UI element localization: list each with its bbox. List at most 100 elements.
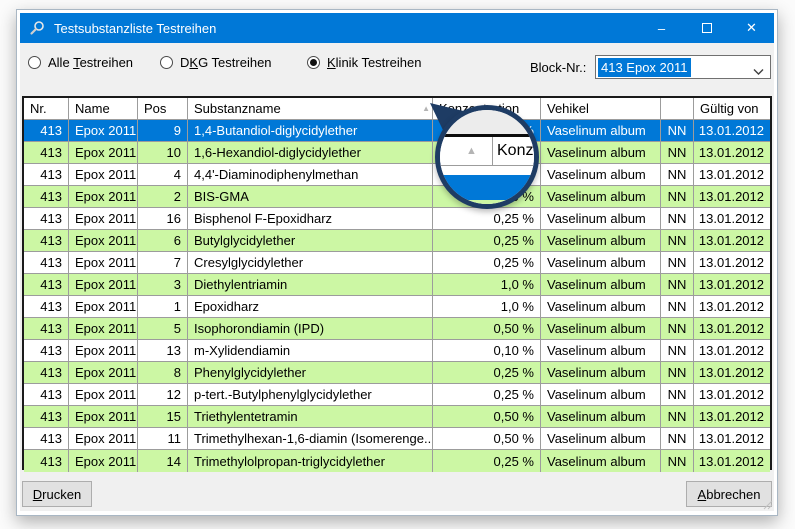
table-cell: BIS-GMA xyxy=(188,186,433,207)
table-cell: 5 xyxy=(138,318,188,339)
table-cell: Epox 2011 xyxy=(69,230,138,251)
table-row[interactable]: 413Epox 20112BIS-GMA2,0 %Vaselinum album… xyxy=(24,186,770,208)
table-cell: p-tert.-Butylphenylglycidylether xyxy=(188,384,433,405)
column-header-vehikel[interactable]: Vehikel xyxy=(541,98,661,119)
table-cell: 13.01.2012 xyxy=(694,428,770,449)
table-cell: 4 xyxy=(138,164,188,185)
chevron-down-icon[interactable] xyxy=(753,63,764,81)
table-cell: Epox 2011 xyxy=(69,274,138,295)
radio-bullet-icon xyxy=(307,56,320,69)
column-header-substanzname[interactable]: Substanzname▲ xyxy=(188,98,433,119)
table-cell: 16 xyxy=(138,208,188,229)
table-row[interactable]: 413Epox 20117Cresylglycidylether0,25 %Va… xyxy=(24,252,770,274)
table-cell: 413 xyxy=(24,230,69,251)
column-header-label: Gültig von xyxy=(700,101,759,116)
table-cell: Vaselinum album xyxy=(541,318,661,339)
radio-bullet-icon xyxy=(28,56,41,69)
magnifier-zoom-row-white xyxy=(440,166,534,175)
table-cell: Epox 2011 xyxy=(69,252,138,273)
table-cell: 413 xyxy=(24,186,69,207)
table-cell: NN xyxy=(661,274,694,295)
table-cell: Vaselinum album xyxy=(541,230,661,251)
table-cell: 2 xyxy=(138,186,188,207)
magnifier-zoom-row-selected xyxy=(440,175,534,200)
dialog-window: Testsubstanzliste Testreihen – ✕ Alle Te… xyxy=(16,9,778,516)
radio-testreihen-1[interactable]: DKG Testreihen xyxy=(160,55,272,70)
column-header-name[interactable]: Name xyxy=(69,98,138,119)
table-row[interactable]: 413Epox 201191,4-Butandiol-diglycidyleth… xyxy=(24,120,770,142)
table-cell: 13.01.2012 xyxy=(694,362,770,383)
block-nr-combobox[interactable]: 413 Epox 2011 xyxy=(595,55,771,79)
column-header-blank[interactable] xyxy=(661,98,694,119)
table-cell: NN xyxy=(661,230,694,251)
print-button[interactable]: Drucken xyxy=(22,481,92,507)
table-cell: NN xyxy=(661,340,694,361)
table-cell: 15 xyxy=(138,406,188,427)
block-nr-value: 413 Epox 2011 xyxy=(598,58,691,77)
close-button[interactable]: ✕ xyxy=(729,13,774,43)
column-header-pos[interactable]: Pos xyxy=(138,98,188,119)
table-cell: m-Xylidendiamin xyxy=(188,340,433,361)
table-cell: NN xyxy=(661,186,694,207)
table-cell: 9 xyxy=(138,120,188,141)
table-cell: NN xyxy=(661,428,694,449)
table-cell: 413 xyxy=(24,428,69,449)
table-row[interactable]: 413Epox 20116Butylglycidylether0,25 %Vas… xyxy=(24,230,770,252)
table-cell: Vaselinum album xyxy=(541,164,661,185)
table-cell: Epox 2011 xyxy=(69,428,138,449)
table-cell: 0,10 % xyxy=(433,340,541,361)
table-cell: 13.01.2012 xyxy=(694,296,770,317)
table-row[interactable]: 413Epox 20111Epoxidharz1,0 %Vaselinum al… xyxy=(24,296,770,318)
table-cell: 7 xyxy=(138,252,188,273)
magnifier-zoom-header: ▲ Konz xyxy=(440,137,534,166)
table-cell: Vaselinum album xyxy=(541,274,661,295)
table-row[interactable]: 413Epox 201115Triethylentetramin0,50 %Va… xyxy=(24,406,770,428)
minimize-button[interactable]: – xyxy=(639,13,684,43)
table-cell: 13.01.2012 xyxy=(694,208,770,229)
table-cell: 0,25 % xyxy=(433,384,541,405)
table-cell: Epox 2011 xyxy=(69,164,138,185)
table-row[interactable]: 413Epox 201112p-tert.-Butylphenylglycidy… xyxy=(24,384,770,406)
column-header-nr-[interactable]: Nr. xyxy=(24,98,69,119)
table-cell: Epox 2011 xyxy=(69,296,138,317)
table-cell: Vaselinum album xyxy=(541,340,661,361)
table-cell: NN xyxy=(661,296,694,317)
radio-label: Alle Testreihen xyxy=(48,55,133,70)
radio-testreihen-2[interactable]: Klinik Testreihen xyxy=(307,55,421,70)
table-cell: Vaselinum album xyxy=(541,186,661,207)
table-cell: Trimethylhexan-1,6-diamin (Isomerenge... xyxy=(188,428,433,449)
table-row[interactable]: 413Epox 201113m-Xylidendiamin0,10 %Vasel… xyxy=(24,340,770,362)
table-row[interactable]: 413Epox 20118Phenylglycidylether0,25 %Va… xyxy=(24,362,770,384)
radio-testreihen-0[interactable]: Alle Testreihen xyxy=(28,55,133,70)
table-row[interactable]: 413Epox 201111Trimethylhexan-1,6-diamin … xyxy=(24,428,770,450)
maximize-button[interactable] xyxy=(684,13,729,43)
table-cell: Bisphenol F-Epoxidharz xyxy=(188,208,433,229)
table-cell: 1,0 % xyxy=(433,296,541,317)
table-row[interactable]: 413Epox 20113Diethylentriamin1,0 %Vaseli… xyxy=(24,274,770,296)
table-cell: NN xyxy=(661,120,694,141)
table-cell: 3 xyxy=(138,274,188,295)
table-cell: 13.01.2012 xyxy=(694,164,770,185)
radio-bullet-icon xyxy=(160,56,173,69)
table-cell: 413 xyxy=(24,450,69,472)
table-cell: Vaselinum album xyxy=(541,428,661,449)
cancel-button[interactable]: Abbrechen xyxy=(686,481,772,507)
table-header: Nr.NamePosSubstanzname▲KonzentrationVehi… xyxy=(24,98,770,120)
table-cell: 413 xyxy=(24,164,69,185)
table-row[interactable]: 413Epox 20115Isophorondiamin (IPD)0,50 %… xyxy=(24,318,770,340)
column-header-label: Nr. xyxy=(30,101,47,116)
column-header-g-ltig-von[interactable]: Gültig von xyxy=(694,98,770,119)
table-row[interactable]: 413Epox 2011101,6-Hexandiol-diglycidylet… xyxy=(24,142,770,164)
resize-grip[interactable] xyxy=(761,498,773,510)
table-cell: 413 xyxy=(24,252,69,273)
table-cell: Epox 2011 xyxy=(69,384,138,405)
table-row[interactable]: 413Epox 201144,4'-Diaminodiphenylmethan0… xyxy=(24,164,770,186)
table-cell: 413 xyxy=(24,384,69,405)
table-cell: NN xyxy=(661,252,694,273)
table-cell: 13.01.2012 xyxy=(694,340,770,361)
table-row[interactable]: 413Epox 201114Trimethylolpropan-triglyci… xyxy=(24,450,770,472)
table-cell: 13.01.2012 xyxy=(694,186,770,207)
table-cell: NN xyxy=(661,406,694,427)
table-cell: Epox 2011 xyxy=(69,406,138,427)
table-row[interactable]: 413Epox 201116Bisphenol F-Epoxidharz0,25… xyxy=(24,208,770,230)
